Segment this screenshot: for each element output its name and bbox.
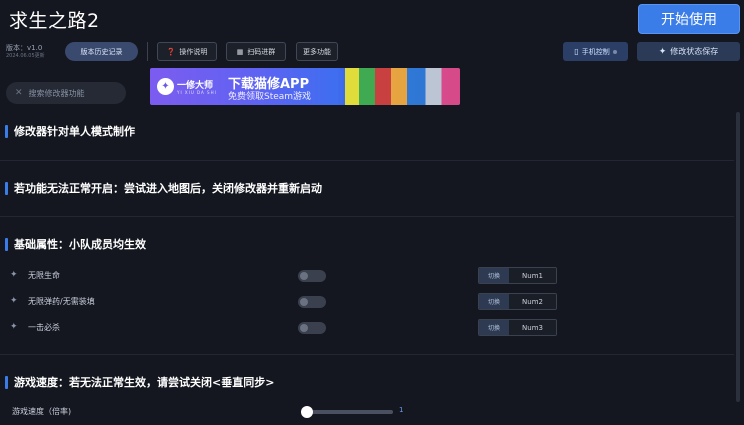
banner-game-art xyxy=(345,68,460,105)
phone-control-button[interactable]: ▯ 手机控制 xyxy=(563,42,628,61)
more-features-button[interactable]: 更多功能 xyxy=(296,42,338,61)
feature-row: ✦ 无限弹药/无需装填 切换 Num2 xyxy=(0,293,734,311)
more-features-label: 更多功能 xyxy=(303,47,331,56)
phone-icon: ▯ xyxy=(574,47,579,56)
feature-toggle[interactable] xyxy=(298,270,326,282)
feature-label: 一击必杀 xyxy=(28,323,60,332)
divider xyxy=(0,216,734,217)
feature-toggle[interactable] xyxy=(298,322,326,334)
content-area[interactable]: 修改器针对单人模式制作 若功能无法正常开启：尝试进入地图后，关闭修改器并重新启动… xyxy=(0,110,734,425)
toggle-knob xyxy=(300,272,308,280)
hotkey-key[interactable]: Num3 xyxy=(509,320,556,335)
section-marker xyxy=(5,181,8,195)
scrollbar[interactable] xyxy=(736,112,740,402)
section-marker xyxy=(5,124,8,138)
version-history-button[interactable]: 版本历史记录 xyxy=(65,42,138,61)
save-state-button[interactable]: ✦ 修改状态保存 xyxy=(637,42,740,61)
search-placeholder: 搜索修改器功能 xyxy=(28,88,85,98)
divider xyxy=(0,354,734,355)
version-date: 2024.06.05更新 xyxy=(6,53,45,59)
toolbar-divider xyxy=(147,42,148,61)
feature-label: 无限生命 xyxy=(28,271,60,280)
sparkle-icon: ✦ xyxy=(658,46,667,57)
question-circle-icon: ❓ xyxy=(166,47,176,56)
section-game-speed: 游戏速度：若无法正常生效，请尝试关闭<垂直同步> xyxy=(5,374,274,390)
hotkey-key[interactable]: Num1 xyxy=(509,268,556,283)
divider xyxy=(0,160,734,161)
section-title: 修改器针对单人模式制作 xyxy=(14,125,135,138)
toggle-knob xyxy=(300,298,308,306)
version-block: 版本：v1.0 2024.06.05更新 xyxy=(6,45,45,59)
feature-toggle[interactable] xyxy=(298,296,326,308)
hotkey-switch[interactable]: 切换 xyxy=(479,268,509,283)
version-label: 版本：v1.0 xyxy=(6,44,43,52)
sparkle-icon: ✦ xyxy=(10,322,18,332)
phone-status-dot xyxy=(612,49,617,54)
hotkey-binding[interactable]: 切换 Num1 xyxy=(478,267,557,284)
scan-join-button[interactable]: ▦ 扫码进群 xyxy=(226,42,286,61)
banner-brand-sub: YI XIU DA SHI xyxy=(177,90,217,95)
hotkey-binding[interactable]: 切换 Num2 xyxy=(478,293,557,310)
save-state-label: 修改状态保存 xyxy=(670,47,719,56)
scan-join-label: 扫码进群 xyxy=(247,47,276,56)
phone-control-label: 手机控制 xyxy=(581,47,610,56)
sparkle-icon: ✦ xyxy=(10,296,18,306)
qr-code-icon: ▦ xyxy=(236,47,244,56)
app-title: 求生之路2 xyxy=(9,10,100,32)
feature-label: 无限弹药/无需装填 xyxy=(28,297,95,306)
section-title: 基础属性：小队成员均生效 xyxy=(14,238,146,251)
hotkey-switch[interactable]: 切换 xyxy=(479,294,509,309)
banner-subline: 免费领取Steam游戏 xyxy=(228,92,312,102)
section-marker xyxy=(5,237,8,251)
guide-button[interactable]: ❓ 操作说明 xyxy=(157,42,217,61)
feature-row: ✦ 一击必杀 切换 Num3 xyxy=(0,319,734,337)
guide-button-label: 操作说明 xyxy=(179,47,208,56)
speed-value: 1 xyxy=(399,406,404,414)
speed-slider[interactable] xyxy=(300,406,393,418)
toggle-knob xyxy=(300,324,308,332)
section-marker xyxy=(5,375,8,389)
search-box[interactable]: ✕ 搜索修改器功能 xyxy=(6,82,126,104)
feature-row: ✦ 无限生命 切换 Num1 xyxy=(0,267,734,285)
hotkey-switch[interactable]: 切换 xyxy=(479,320,509,335)
start-button[interactable]: 开始使用 xyxy=(638,4,740,34)
speed-slider-thumb[interactable] xyxy=(300,406,313,418)
speed-label: 游戏速度（倍率) xyxy=(12,407,72,416)
speed-row: 游戏速度（倍率) 1 xyxy=(0,404,734,420)
hotkey-binding[interactable]: 切换 Num3 xyxy=(478,319,557,336)
section-notice-single-player: 修改器针对单人模式制作 xyxy=(5,123,135,139)
sparkle-icon: ✦ xyxy=(10,270,18,280)
promo-banner[interactable]: ✦ 一修大师 YI XIU DA SHI 下载猫修APP 免费领取Steam游戏 xyxy=(150,68,460,105)
hotkey-key[interactable]: Num2 xyxy=(509,294,556,309)
section-notice-restart: 若功能无法正常开启：尝试进入地图后，关闭修改器并重新启动 xyxy=(5,180,322,196)
brand-logo-icon: ✦ xyxy=(157,78,174,95)
section-basic-attributes: 基础属性：小队成员均生效 xyxy=(5,236,146,252)
section-title: 游戏速度：若无法正常生效，请尝试关闭<垂直同步> xyxy=(14,376,275,389)
section-title: 若功能无法正常开启：尝试进入地图后，关闭修改器并重新启动 xyxy=(14,182,322,195)
cross-tools-icon: ✕ xyxy=(15,88,23,98)
